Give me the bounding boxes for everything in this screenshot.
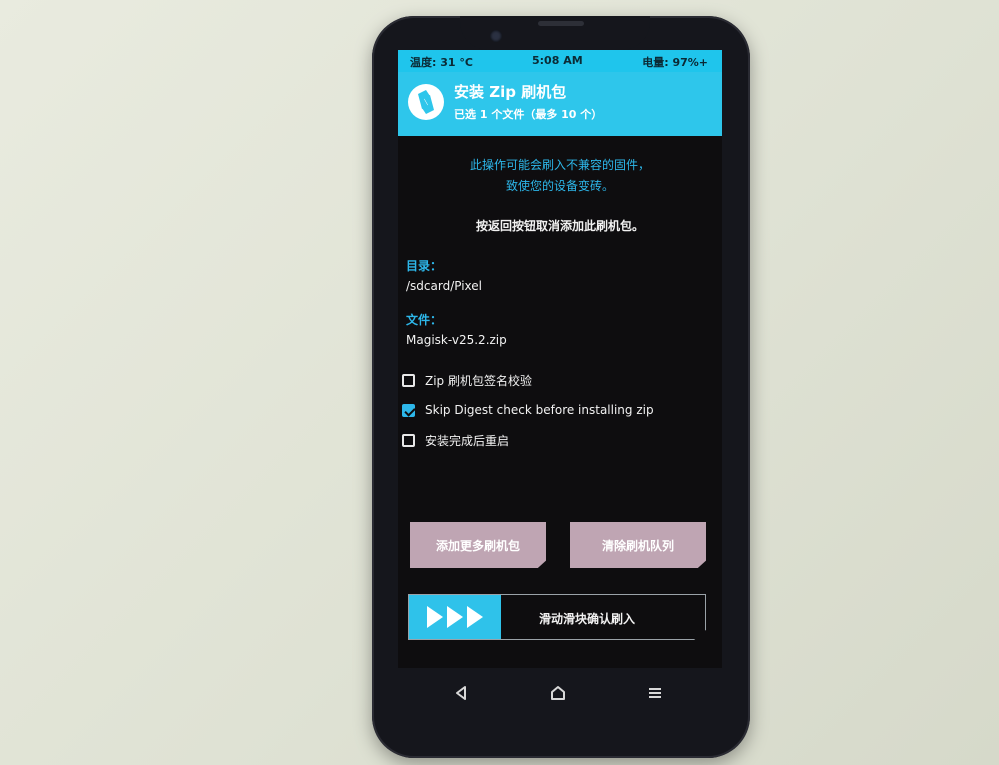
menu-lines-icon[interactable] — [646, 684, 664, 702]
back-button-note: 按返回按钮取消添加此刷机包。 — [475, 219, 644, 233]
option-skip-digest-check[interactable]: Skip Digest check before installing zip — [402, 401, 654, 419]
arrow-right-icon — [467, 606, 483, 628]
device-screen: 温度: 31 °C 5:08 AM 电量: 97%+ 安装 Zip 刷机包 已选… — [398, 50, 722, 668]
file-label: 文件： — [406, 313, 443, 327]
arrow-right-icon — [447, 606, 463, 628]
earpiece-speaker — [538, 21, 584, 26]
directory-value: /sdcard/Pixel — [406, 279, 483, 293]
page-header: 安装 Zip 刷机包 已选 1 个文件（最多 10 个） — [398, 72, 722, 136]
front-camera — [490, 30, 502, 42]
status-bar: 温度: 31 °C 5:08 AM 电量: 97%+ — [398, 50, 722, 72]
arrow-right-icon — [427, 606, 443, 628]
status-temperature: 温度: 31 °C — [410, 56, 473, 69]
checkbox-unchecked[interactable] — [402, 373, 415, 387]
warning-line-1: 此操作可能会刷入不兼容的固件， — [469, 158, 650, 172]
status-battery: 电量: 97%+ — [642, 56, 708, 69]
page-subtitle: 已选 1 个文件（最多 10 个） — [454, 108, 603, 121]
swipe-to-confirm-slider[interactable]: 滑动滑块确认刷入 — [408, 594, 706, 640]
clear-zip-queue-button[interactable]: 清除刷机队列 — [570, 522, 706, 568]
option-reboot-after-install[interactable]: 安装完成后重启 — [402, 431, 509, 449]
home-icon[interactable] — [549, 684, 567, 702]
slider-label: 滑动滑块确认刷入 — [539, 612, 636, 626]
option-zip-signature-verify[interactable]: Zip 刷机包签名校验 — [402, 371, 532, 389]
file-value: Magisk-v25.2.zip — [406, 333, 507, 347]
option-label: Zip 刷机包签名校验 — [425, 373, 532, 388]
option-label: 安装完成后重启 — [425, 433, 510, 448]
slider-handle[interactable] — [409, 595, 501, 639]
option-label: Skip Digest check before installing zip — [425, 403, 654, 417]
add-more-zips-button[interactable]: 添加更多刷机包 — [410, 522, 546, 568]
status-time: 5:08 AM — [532, 54, 583, 67]
twrp-logo-icon — [408, 84, 444, 120]
back-triangle-icon[interactable] — [452, 684, 470, 702]
checkbox-checked[interactable] — [402, 403, 415, 417]
page-title: 安装 Zip 刷机包 — [454, 83, 567, 101]
warning-line-2: 致使您的设备变砖。 — [505, 179, 614, 193]
checkbox-unchecked[interactable] — [402, 433, 415, 447]
directory-label: 目录： — [406, 259, 443, 273]
navigation-bar — [398, 668, 722, 716]
